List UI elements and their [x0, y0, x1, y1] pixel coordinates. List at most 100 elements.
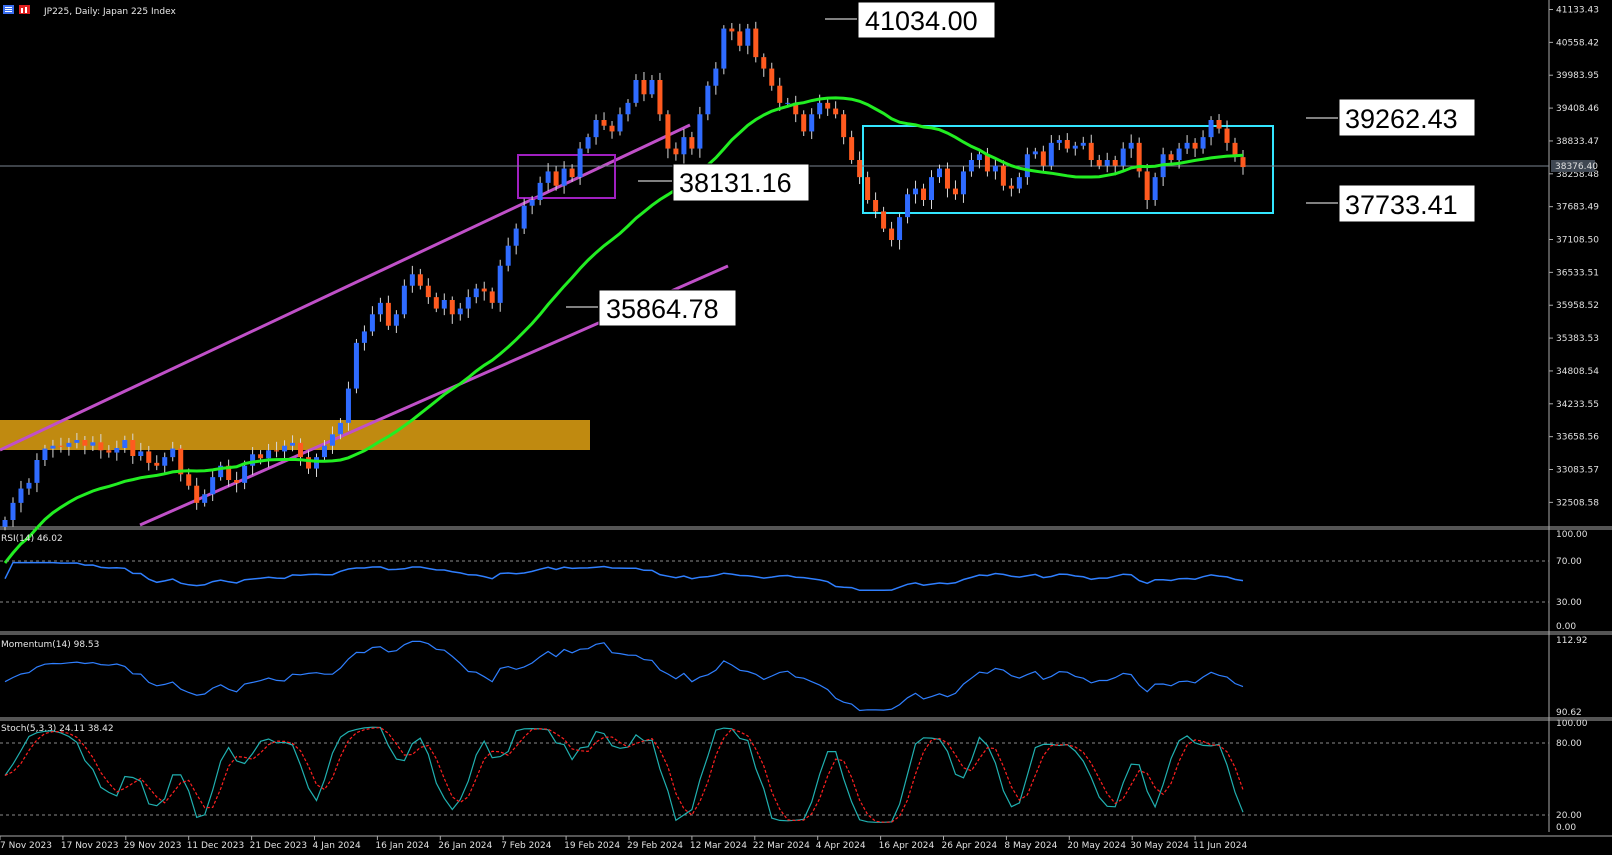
candle	[968, 152, 974, 177]
price-tick-10: 35383.53	[1556, 334, 1599, 344]
candle	[1000, 160, 1006, 191]
candle	[385, 295, 391, 330]
candle	[465, 289, 471, 318]
candle	[154, 455, 160, 471]
candle	[960, 166, 966, 203]
callout-box-top[interactable]: 39262.43	[1306, 98, 1476, 137]
candle	[1064, 133, 1070, 153]
candle	[665, 110, 671, 159]
candle	[34, 453, 40, 493]
time-label-15: 26 Apr 2024	[942, 841, 998, 851]
time-label-12: 22 Mar 2024	[753, 841, 810, 851]
candle	[681, 128, 687, 164]
candle	[489, 287, 495, 309]
candle	[713, 62, 719, 95]
callout-box-bottom-text: 37733.41	[1345, 190, 1458, 220]
candle	[1072, 141, 1078, 156]
callout-high[interactable]: 41034.00	[825, 1, 996, 39]
candle	[657, 72, 663, 121]
callout-high-text: 41034.00	[865, 6, 978, 36]
callout-box-mid[interactable]: 38131.16	[638, 163, 810, 202]
candle	[609, 121, 615, 139]
candles-group	[2, 21, 1246, 531]
time-axis: 7 Nov 2023 17 Nov 2023 29 Nov 2023 11 Dec 2…	[0, 836, 1248, 851]
candle	[857, 151, 863, 185]
candle	[1048, 135, 1054, 170]
candle	[210, 470, 216, 502]
candle	[1184, 135, 1190, 154]
candle	[1024, 147, 1030, 185]
price-tick-1: 40558.42	[1556, 38, 1599, 48]
candle	[1096, 154, 1102, 170]
candle	[1128, 134, 1134, 158]
trading-chart[interactable]: JP225, Daily: Japan 225 Index 41034.00 3…	[0, 0, 1612, 855]
candle	[1232, 137, 1238, 162]
candle	[944, 162, 950, 198]
candle	[401, 279, 407, 319]
candle	[178, 444, 184, 482]
price-tick-8: 36533.51	[1556, 268, 1599, 278]
price-tick-12: 34233.55	[1556, 400, 1599, 410]
time-label-9: 19 Feb 2024	[564, 841, 620, 851]
callout-box-bottom[interactable]: 37733.41	[1306, 184, 1476, 223]
candle	[737, 23, 743, 52]
price-tick-0: 41133.43	[1556, 6, 1599, 16]
time-label-18: 30 May 2024	[1130, 841, 1189, 851]
symbol-title: JP225, Daily: Japan 225 Index	[43, 7, 176, 17]
candle	[1120, 142, 1126, 172]
momentum-tick-bottom: 90.62	[1556, 708, 1582, 718]
time-label-11: 12 Mar 2024	[690, 841, 747, 851]
candle	[617, 107, 623, 136]
candle	[825, 97, 831, 116]
candle	[1152, 172, 1158, 206]
candle	[585, 133, 591, 154]
price-tick-4: 38833.47	[1556, 137, 1599, 147]
rsi-tick-70: 70.00	[1556, 557, 1582, 567]
current-price-tag: 38376.40	[1551, 160, 1598, 172]
candle	[361, 325, 367, 351]
candle	[889, 221, 895, 247]
rsi-line	[4, 561, 1244, 592]
candle	[505, 237, 511, 272]
candle	[801, 110, 807, 136]
stoch-tick-20: 20.00	[1556, 811, 1582, 821]
candle	[769, 62, 775, 91]
channel-upper-line[interactable]	[0, 123, 691, 452]
stoch-tick-0: 0.00	[1556, 823, 1576, 833]
candle	[194, 477, 200, 510]
callout-box-mid-text: 38131.16	[679, 168, 792, 198]
candle	[26, 478, 32, 495]
chart-type-icon[interactable]	[19, 5, 30, 14]
time-label-17: 20 May 2024	[1067, 841, 1126, 851]
candle	[417, 268, 423, 290]
candle	[1136, 137, 1142, 178]
callout-channel-low[interactable]: 35864.78	[566, 289, 737, 327]
candle	[202, 489, 208, 507]
price-tick-7: 37108.50	[1556, 236, 1599, 246]
candle	[537, 176, 543, 206]
candle	[1216, 114, 1222, 134]
candle	[369, 306, 375, 336]
rsi-tick-100: 100.00	[1556, 530, 1588, 540]
candle	[1040, 145, 1046, 174]
candle	[849, 130, 855, 164]
candle	[929, 170, 935, 210]
candle	[705, 81, 711, 121]
candle	[1144, 163, 1150, 210]
candle	[633, 74, 639, 107]
candle	[697, 106, 703, 158]
candle	[226, 459, 232, 487]
time-label-4: 21 Dec 2023	[250, 841, 308, 851]
time-label-8: 7 Feb 2024	[501, 841, 552, 851]
time-label-5: 4 Jan 2024	[313, 841, 361, 851]
candle	[641, 72, 647, 102]
time-label-19: 11 Jun 2024	[1193, 841, 1247, 851]
candle	[449, 296, 455, 324]
candle	[921, 183, 927, 206]
moving-average-line	[3, 96, 1244, 564]
price-axis: 41133.43 40558.42 39983.95 39408.46 38833.47…	[1549, 6, 1599, 508]
rsi-tick-0: 0.00	[1556, 622, 1576, 632]
candle	[1032, 147, 1038, 159]
time-label-14: 16 Apr 2024	[879, 841, 935, 851]
price-tick-14: 33083.57	[1556, 466, 1599, 476]
